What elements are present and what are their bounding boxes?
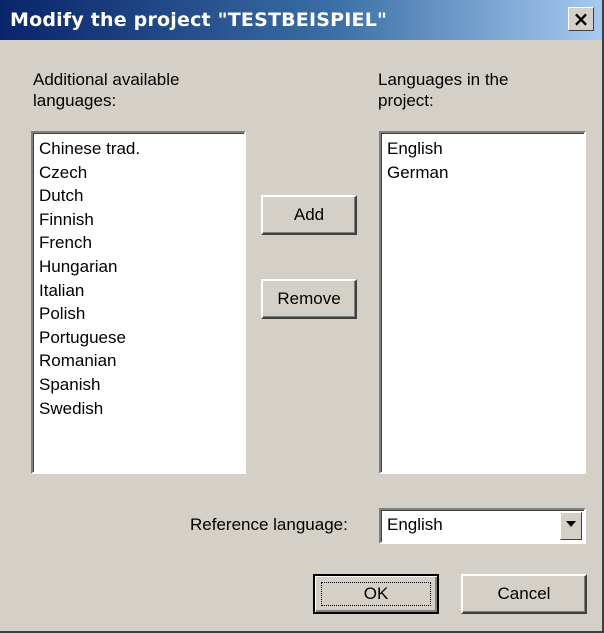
dialog-title: Modify the project "TESTBEISPIEL" bbox=[10, 9, 388, 31]
project-languages-list[interactable]: English German bbox=[379, 131, 586, 474]
list-item[interactable]: German bbox=[387, 161, 578, 185]
list-item[interactable]: Hungarian bbox=[39, 255, 238, 279]
ok-button[interactable]: OK bbox=[313, 574, 439, 614]
cancel-button[interactable]: Cancel bbox=[461, 574, 587, 614]
reference-language-label: Reference language: bbox=[190, 515, 348, 534]
list-item[interactable]: Romanian bbox=[39, 349, 238, 373]
add-button[interactable]: Add bbox=[261, 195, 357, 235]
list-item[interactable]: Swedish bbox=[39, 397, 238, 421]
close-button[interactable]: × bbox=[568, 7, 594, 31]
list-item[interactable]: Polish bbox=[39, 302, 238, 326]
list-item[interactable]: Finnish bbox=[39, 208, 238, 232]
list-item[interactable]: Czech bbox=[39, 161, 238, 185]
focus-rectangle bbox=[321, 582, 431, 606]
reference-language-value: English bbox=[387, 515, 443, 534]
available-languages-list[interactable]: Chinese trad. Czech Dutch Finnish French… bbox=[31, 131, 246, 474]
list-item[interactable]: English bbox=[387, 137, 578, 161]
list-item[interactable]: Spanish bbox=[39, 373, 238, 397]
list-item[interactable]: Italian bbox=[39, 279, 238, 303]
available-languages-label: Additional available languages: bbox=[33, 70, 180, 110]
close-icon: × bbox=[572, 7, 590, 31]
project-languages-label: Languages in the project: bbox=[378, 70, 509, 110]
modify-project-dialog: Modify the project "TESTBEISPIEL" × Addi… bbox=[0, 0, 604, 633]
chevron-down-icon bbox=[566, 521, 576, 527]
list-item[interactable]: Dutch bbox=[39, 184, 238, 208]
list-item[interactable]: French bbox=[39, 231, 238, 255]
title-bar[interactable]: Modify the project "TESTBEISPIEL" × bbox=[0, 0, 602, 40]
list-item[interactable]: Chinese trad. bbox=[39, 137, 238, 161]
reference-language-select[interactable]: English bbox=[379, 508, 586, 544]
remove-button[interactable]: Remove bbox=[261, 279, 357, 319]
dropdown-arrow-button[interactable] bbox=[560, 512, 582, 540]
list-item[interactable]: Portuguese bbox=[39, 326, 238, 350]
